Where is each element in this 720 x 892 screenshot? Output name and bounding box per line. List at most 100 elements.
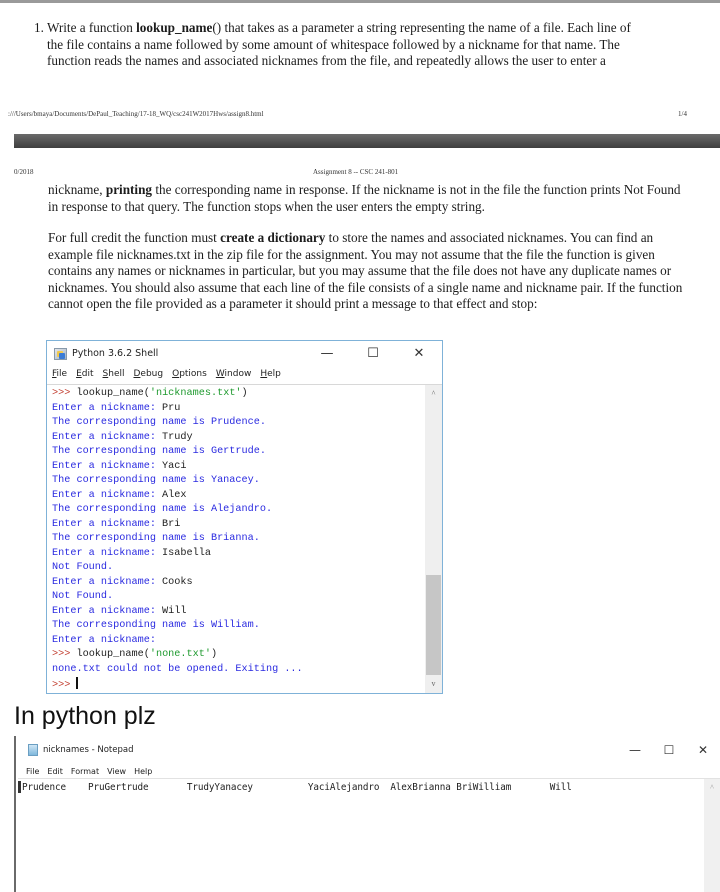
program-output: The corresponding name is Brianna.	[52, 533, 260, 544]
notepad-scrollbar[interactable]: ^	[704, 779, 720, 892]
caption-text: In python plz	[14, 702, 156, 730]
question-line-3: function reads the names and associated …	[47, 53, 606, 68]
close-button[interactable]: ✕	[686, 743, 720, 757]
python-app-icon	[53, 346, 67, 360]
notepad-title-bar: nicknames - Notepad — ☐ ✕	[28, 740, 720, 760]
menu-options[interactable]: Options	[172, 369, 207, 379]
question-paragraph-3: For full credit the function must create…	[48, 230, 688, 313]
page-header-date: 0/2018	[14, 168, 34, 176]
shell-line: The corresponding name is Alejandro.	[52, 503, 303, 518]
shell-line: Not Found.	[52, 590, 303, 605]
function-call-close: )	[241, 388, 248, 399]
minimize-button[interactable]: —	[304, 346, 350, 361]
menu-format[interactable]: Format	[71, 767, 99, 776]
shell-line: Enter a nickname: Cooks	[52, 576, 303, 591]
bold-text: create a dictionary	[220, 230, 326, 245]
menu-edit[interactable]: Edit	[76, 369, 93, 379]
shell-prompt: >>>	[52, 680, 77, 691]
shell-menu-bar: File Edit Shell Debug Options Window Hel…	[47, 365, 442, 382]
input-prompt: Enter a nickname:	[52, 605, 163, 617]
menu-file[interactable]: File	[52, 369, 67, 379]
shell-prompt: >>>	[52, 388, 77, 399]
maximize-button[interactable]: ☐	[652, 743, 686, 757]
menu-window[interactable]: Window	[216, 369, 252, 379]
shell-line: The corresponding name is Prudence.	[52, 416, 303, 431]
user-input: Pru	[162, 402, 181, 414]
question-paragraph-2: nickname, printing the corresponding nam…	[48, 182, 688, 215]
shell-line: Enter a nickname: Isabella	[52, 547, 303, 562]
shell-line: >>> lookup_name('nicknames.txt')	[52, 387, 303, 402]
minimize-button[interactable]: —	[618, 743, 652, 757]
program-output: none.txt could not be opened. Exiting ..…	[52, 663, 303, 675]
text-caret	[18, 781, 21, 793]
input-prompt: Enter a nickname:	[52, 489, 163, 501]
close-button[interactable]: ✕	[396, 346, 442, 361]
shell-output-area[interactable]: >>> lookup_name('nicknames.txt') Enter a …	[47, 384, 442, 694]
program-output: The corresponding name is Gertrude.	[52, 446, 266, 457]
scroll-up-icon[interactable]: ^	[425, 387, 442, 401]
window-edge	[14, 736, 16, 892]
input-prompt: Enter a nickname:	[52, 576, 163, 588]
scroll-down-icon[interactable]: v	[425, 677, 442, 691]
scroll-up-icon[interactable]: ^	[704, 781, 720, 795]
notepad-menu-bar: File Edit Format View Help	[26, 764, 160, 778]
user-input: Bri	[162, 518, 181, 530]
text-span: () that takes as a parameter a string re…	[212, 20, 631, 35]
shell-window-title: Python 3.6.2 Shell	[72, 347, 159, 359]
notepad-content: Prudence PruGertrude TrudyYanacey YaciAl…	[22, 782, 572, 793]
input-prompt: Enter a nickname:	[52, 431, 163, 443]
page-number: 1/4	[678, 110, 687, 118]
shell-line: Enter a nickname: Alex	[52, 489, 303, 504]
menu-edit[interactable]: Edit	[47, 767, 63, 776]
python-shell-window: Python 3.6.2 Shell — ☐ ✕ File Edit Shell…	[46, 340, 443, 694]
program-output: The corresponding name is William.	[52, 620, 260, 631]
menu-view[interactable]: View	[107, 767, 126, 776]
function-call: lookup_name(	[76, 649, 150, 660]
menu-debug[interactable]: Debug	[133, 369, 163, 379]
notepad-app-icon	[28, 744, 38, 756]
program-output: The corresponding name is Yanacey.	[52, 475, 260, 486]
shell-line: >>>	[52, 677, 303, 694]
notepad-text-area[interactable]: Prudence PruGertrude TrudyYanacey YaciAl…	[18, 778, 720, 892]
menu-file[interactable]: File	[26, 767, 39, 776]
text-span: nickname,	[48, 182, 106, 197]
user-input: Alex	[162, 489, 187, 501]
shell-line: Enter a nickname:	[52, 634, 303, 649]
menu-help[interactable]: Help	[260, 369, 281, 379]
program-output: Not Found.	[52, 591, 114, 602]
shell-line: >>> lookup_name('none.txt')	[52, 648, 303, 663]
input-prompt: Enter a nickname:	[52, 460, 163, 472]
page-header-title: Assignment 8 -- CSC 241-801	[313, 168, 399, 176]
question-line-1: 1. Write a function lookup_name() that t…	[34, 20, 684, 37]
text-span: Write a function	[43, 20, 137, 35]
scrollbar-thumb[interactable]	[426, 575, 441, 675]
input-prompt: Enter a nickname:	[52, 402, 163, 414]
function-call: lookup_name(	[76, 388, 150, 399]
shell-line: Enter a nickname: Bri	[52, 518, 303, 533]
question-number: 1.	[34, 20, 44, 35]
menu-help[interactable]: Help	[134, 767, 152, 776]
shell-prompt: >>>	[52, 649, 77, 660]
program-output: Not Found.	[52, 562, 114, 573]
question-line-2: the file contains a name followed by som…	[47, 36, 620, 52]
program-output: The corresponding name is Prudence.	[52, 417, 266, 428]
shell-transcript: >>> lookup_name('nicknames.txt') Enter a …	[52, 387, 303, 694]
input-prompt: Enter a nickname:	[52, 547, 163, 559]
user-input: Will	[162, 605, 187, 617]
shell-scrollbar[interactable]: ^ v	[425, 385, 442, 693]
shell-line: Enter a nickname: Trudy	[52, 431, 303, 446]
notepad-window-title: nicknames - Notepad	[43, 745, 134, 755]
shell-line: Not Found.	[52, 561, 303, 576]
page-footer-url: :///Users/bmaya/Documents/DePaul_Teachin…	[8, 110, 264, 118]
string-literal: 'nicknames.txt'	[149, 388, 242, 399]
shell-line: The corresponding name is William.	[52, 619, 303, 634]
input-prompt: Enter a nickname:	[52, 518, 163, 530]
shell-line: Enter a nickname: Yaci	[52, 460, 303, 475]
question-paragraph-1: 1. Write a function lookup_name() that t…	[34, 20, 684, 70]
maximize-button[interactable]: ☐	[350, 346, 396, 361]
menu-shell[interactable]: Shell	[103, 369, 125, 379]
page-separator	[14, 134, 720, 148]
shell-line: Enter a nickname: Pru	[52, 402, 303, 417]
user-input: Yaci	[162, 460, 187, 472]
user-input: Isabella	[162, 547, 211, 559]
